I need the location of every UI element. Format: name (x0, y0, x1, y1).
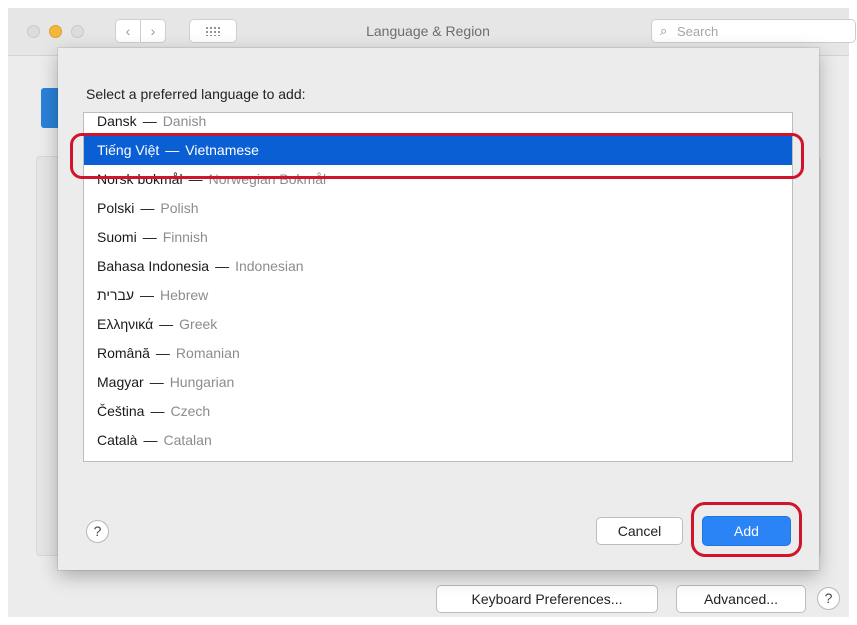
search-placeholder: Search (677, 24, 719, 39)
sheet-help-button[interactable]: ? (86, 520, 109, 543)
language-separator: — (155, 345, 170, 361)
advanced-button[interactable]: Advanced... (676, 585, 806, 613)
language-separator: — (140, 200, 155, 216)
language-english-name: Indonesian (235, 258, 304, 274)
language-english-name: Greek (179, 316, 218, 332)
help-button[interactable]: ? (817, 587, 840, 610)
language-row[interactable]: Polski — Polish (84, 194, 792, 223)
language-separator: — (142, 229, 157, 245)
language-row[interactable]: עברית — Hebrew (84, 281, 792, 310)
language-row[interactable]: Magyar — Hungarian (84, 368, 792, 397)
language-row[interactable]: Čeština — Czech (84, 397, 792, 426)
language-row[interactable]: Ελληνικά — Greek (84, 310, 792, 339)
language-row[interactable]: Català — Catalan (84, 426, 792, 455)
show-all-button[interactable] (189, 19, 237, 43)
language-english-name: Czech (170, 403, 211, 419)
cancel-button[interactable]: Cancel (596, 517, 683, 545)
forward-button[interactable]: › (140, 19, 166, 43)
language-separator: — (142, 113, 157, 129)
language-native-name: Suomi (97, 229, 137, 245)
back-button[interactable]: ‹ (115, 19, 141, 43)
zoom-window-button[interactable] (71, 25, 84, 38)
search-field[interactable]: ⌕ Search (651, 19, 856, 43)
language-native-name: Polski (97, 200, 135, 216)
sheet-prompt: Select a preferred language to add: (86, 86, 306, 102)
search-icon: ⌕ (660, 23, 668, 38)
language-row[interactable]: Bahasa Indonesia — Indonesian (84, 252, 792, 281)
keyboard-preferences-button[interactable]: Keyboard Preferences... (436, 585, 658, 613)
grid-icon (205, 26, 221, 36)
language-native-name: Čeština (97, 403, 145, 419)
language-native-name: עברית (97, 287, 135, 303)
selection-highlight-annotation (70, 133, 804, 179)
language-english-name: Danish (162, 113, 207, 129)
language-native-name: Bahasa Indonesia (97, 258, 210, 274)
language-english-name: Finnish (162, 229, 208, 245)
minimize-window-button[interactable] (49, 25, 62, 38)
language-row[interactable]: Suomi — Finnish (84, 223, 792, 252)
language-separator: — (140, 287, 155, 303)
add-language-sheet: Select a preferred language to add: Dans… (58, 48, 819, 570)
language-native-name: Dansk (97, 113, 137, 129)
language-english-name: Catalan (163, 432, 212, 448)
language-native-name: Ελληνικά (97, 316, 154, 332)
language-native-name: Română (97, 345, 150, 361)
language-separator: — (159, 316, 174, 332)
language-separator: — (149, 374, 164, 390)
language-native-name: Català (97, 432, 138, 448)
window-title: Language & Region (366, 23, 490, 39)
language-english-name: Polish (160, 200, 199, 216)
add-button-annotation (691, 502, 802, 557)
language-english-name: Hungarian (169, 374, 235, 390)
language-english-name: Hebrew (160, 287, 209, 303)
language-separator: — (143, 432, 158, 448)
close-window-button[interactable] (27, 25, 40, 38)
language-separator: — (215, 258, 230, 274)
language-english-name: Romanian (175, 345, 240, 361)
language-separator: — (150, 403, 165, 419)
language-row[interactable]: Română — Romanian (84, 339, 792, 368)
language-native-name: Magyar (97, 374, 144, 390)
